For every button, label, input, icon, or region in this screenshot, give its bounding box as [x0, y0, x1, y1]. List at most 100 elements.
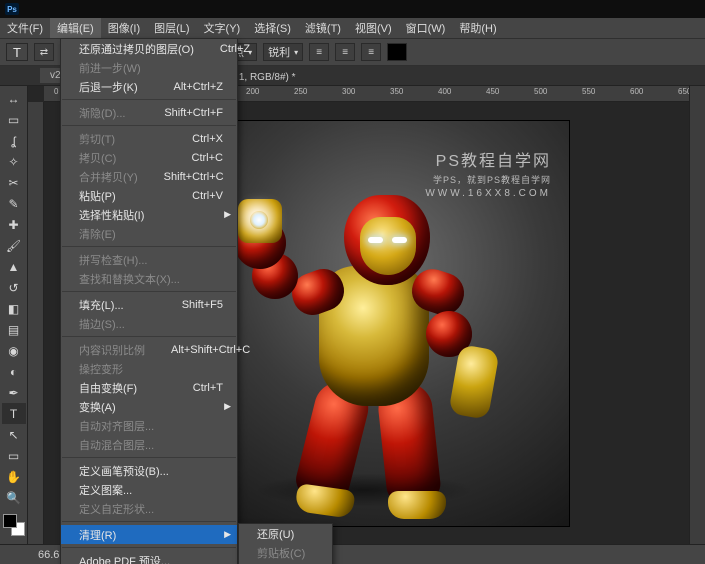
- menu-帮助[interactable]: 帮助(H): [452, 18, 503, 38]
- menu-item-label: 描边(S)...: [79, 316, 223, 332]
- zoom-tool[interactable]: 🔍: [2, 487, 26, 508]
- app-icon: Ps: [5, 3, 19, 15]
- brush-tool[interactable]: 🖌: [2, 235, 26, 256]
- menu-item: 剪切(T)Ctrl+X: [61, 129, 237, 148]
- watermark-line1: PS教程自学网: [425, 147, 551, 171]
- gradient-tool[interactable]: ▤: [2, 319, 26, 340]
- menu-item-label: 渐隐(D)...: [79, 105, 164, 121]
- menu-item-label: 剪切(T): [79, 131, 192, 147]
- menu-item: 拼写检查(H)...: [61, 250, 237, 269]
- align-right-button[interactable]: ≡: [361, 43, 381, 61]
- menu-item[interactable]: 填充(L)...Shift+F5: [61, 295, 237, 314]
- menu-item-label: 自动对齐图层...: [79, 418, 223, 434]
- menu-item[interactable]: 后退一步(K)Alt+Ctrl+Z: [61, 77, 237, 96]
- menu-文件[interactable]: 文件(F): [0, 18, 50, 38]
- menu-item-label: 还原通过拷贝的图层(O): [79, 41, 220, 57]
- submenu-arrow-icon: ▶: [224, 209, 231, 220]
- menu-视图[interactable]: 视图(V): [348, 18, 399, 38]
- submenu-item-label: 还原(U): [257, 526, 320, 542]
- lasso-tool[interactable]: ʆ: [2, 130, 26, 151]
- foreground-color-swatch[interactable]: [3, 514, 17, 528]
- menu-item[interactable]: 粘贴(P)Ctrl+V: [61, 186, 237, 205]
- menu-item-shortcut: Ctrl+T: [193, 382, 223, 394]
- menu-item-label: 前进一步(W): [79, 60, 223, 76]
- eyedropper-tool[interactable]: ✎: [2, 193, 26, 214]
- align-center-button[interactable]: ≡: [335, 43, 355, 61]
- menu-图层[interactable]: 图层(L): [147, 18, 196, 38]
- ruler-tick: 650: [678, 87, 689, 96]
- ruler-tick: 450: [486, 87, 499, 96]
- menu-item[interactable]: 定义图案...: [61, 480, 237, 499]
- menu-item: 合并拷贝(Y)Shift+Ctrl+C: [61, 167, 237, 186]
- marquee-tool[interactable]: ▭: [2, 109, 26, 130]
- menu-item[interactable]: 变换(A)▶: [61, 397, 237, 416]
- stamp-tool[interactable]: ▲: [2, 256, 26, 277]
- menu-item-label: 粘贴(P): [79, 188, 192, 204]
- blur-tool[interactable]: ◉: [2, 340, 26, 361]
- menu-item[interactable]: 清理(R)▶: [61, 525, 237, 544]
- eraser-tool[interactable]: ◧: [2, 298, 26, 319]
- menu-item: 渐隐(D)...Shift+Ctrl+F: [61, 103, 237, 122]
- ruler-vertical: [28, 102, 44, 544]
- menu-item-shortcut: Alt+Shift+Ctrl+C: [171, 344, 250, 356]
- menu-item[interactable]: 还原通过拷贝的图层(O)Ctrl+Z: [61, 39, 237, 58]
- dodge-tool[interactable]: ◐: [2, 361, 26, 382]
- align-left-button[interactable]: ≡: [309, 43, 329, 61]
- tools-panel: ↔▭ʆ✧✂✎✚🖌▲↺◧▤◉◐✒T↖▭✋🔍: [0, 86, 28, 544]
- menu-item-label: 内容识别比例: [79, 342, 171, 358]
- menu-选择[interactable]: 选择(S): [247, 18, 298, 38]
- menu-窗口[interactable]: 窗口(W): [399, 18, 453, 38]
- menu-item-label: 合并拷贝(Y): [79, 169, 164, 185]
- menu-item: 操控变形: [61, 359, 237, 378]
- antialias-select[interactable]: 锐利▾: [263, 43, 303, 61]
- menu-item-label: Adobe PDF 预设...: [79, 553, 223, 564]
- menu-item-label: 自动混合图层...: [79, 437, 223, 453]
- ruler-tick: 400: [438, 87, 451, 96]
- menu-item[interactable]: 定义画笔预设(B)...: [61, 461, 237, 480]
- menu-item-label: 选择性粘贴(I): [79, 207, 223, 223]
- ruler-tick: 300: [342, 87, 355, 96]
- menu-bar: 文件(F)编辑(E)图像(I)图层(L)文字(Y)选择(S)滤镜(T)视图(V)…: [0, 18, 705, 38]
- menu-item-shortcut: Alt+Ctrl+Z: [173, 81, 223, 93]
- move-tool[interactable]: ↔: [2, 88, 26, 109]
- ruler-tick: 500: [534, 87, 547, 96]
- menu-图像[interactable]: 图像(I): [101, 18, 147, 38]
- menu-item: 内容识别比例Alt+Shift+Ctrl+C: [61, 340, 237, 359]
- submenu-arrow-icon: ▶: [224, 401, 231, 412]
- menu-item-label: 定义画笔预设(B)...: [79, 463, 223, 479]
- active-tool-indicator: T: [6, 43, 28, 61]
- ruler-tick: 200: [246, 87, 259, 96]
- menu-滤镜[interactable]: 滤镜(T): [298, 18, 348, 38]
- shape-tool[interactable]: ▭: [2, 445, 26, 466]
- menu-item: 前进一步(W): [61, 58, 237, 77]
- crop-tool[interactable]: ✂: [2, 172, 26, 193]
- menu-item-label: 定义图案...: [79, 482, 223, 498]
- submenu-item[interactable]: 还原(U): [239, 524, 332, 543]
- menu-item[interactable]: 选择性粘贴(I)▶: [61, 205, 237, 224]
- magic-wand-tool[interactable]: ✧: [2, 151, 26, 172]
- pen-tool[interactable]: ✒: [2, 382, 26, 403]
- menu-item-shortcut: Shift+Ctrl+C: [164, 171, 224, 183]
- menu-item[interactable]: Adobe PDF 预设...: [61, 551, 237, 564]
- menu-item-label: 清理(R): [79, 527, 223, 543]
- menu-item[interactable]: 自由变换(F)Ctrl+T: [61, 378, 237, 397]
- type-tool[interactable]: T: [2, 403, 26, 424]
- color-swatches[interactable]: [3, 514, 25, 536]
- menu-文字[interactable]: 文字(Y): [197, 18, 248, 38]
- submenu-item-label: 剪贴板(C): [257, 545, 331, 561]
- hand-tool[interactable]: ✋: [2, 466, 26, 487]
- path-select-tool[interactable]: ↖: [2, 424, 26, 445]
- history-brush-tool[interactable]: ↺: [2, 277, 26, 298]
- submenu-item: 剪贴板(C): [239, 543, 332, 562]
- menu-item: 描边(S)...: [61, 314, 237, 333]
- menu-item: 清除(E): [61, 224, 237, 243]
- healing-brush-tool[interactable]: ✚: [2, 214, 26, 235]
- menu-item: 拷贝(C)Ctrl+C: [61, 148, 237, 167]
- menu-item-shortcut: Ctrl+X: [192, 133, 223, 145]
- menu-item: 查找和替换文本(X)...: [61, 269, 237, 288]
- menu-item-shortcut: Shift+Ctrl+F: [164, 107, 223, 119]
- text-color-swatch[interactable]: [387, 43, 407, 61]
- text-orientation-toggle[interactable]: ⇄: [34, 43, 54, 61]
- ruler-tick: 550: [582, 87, 595, 96]
- menu-编辑[interactable]: 编辑(E): [50, 18, 101, 38]
